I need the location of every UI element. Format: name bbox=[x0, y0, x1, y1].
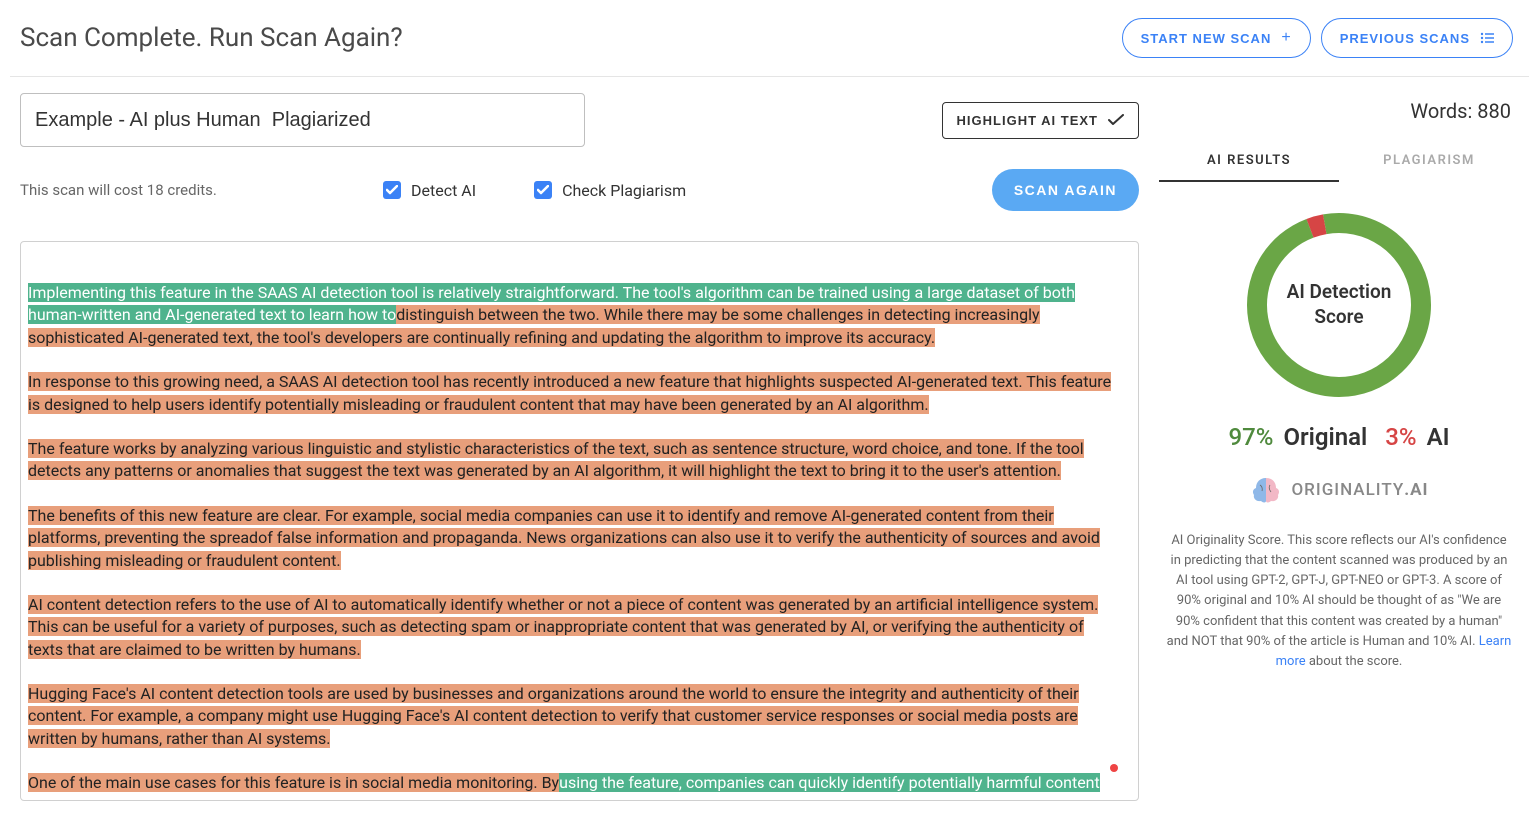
red-dot-indicator bbox=[1110, 764, 1118, 772]
previous-scans-button[interactable]: PREVIOUS SCANS bbox=[1321, 18, 1513, 58]
checkbox-box-icon bbox=[383, 181, 401, 199]
ai-percent: 3% bbox=[1385, 423, 1416, 451]
list-icon bbox=[1480, 32, 1494, 44]
left-column: HIGHLIGHT AI TEXT This scan will cost 18… bbox=[20, 93, 1139, 801]
previous-scans-label: PREVIOUS SCANS bbox=[1340, 31, 1470, 46]
donut-center-label: AI Detection Score bbox=[1239, 205, 1439, 405]
highlight-ai-text-button[interactable]: HIGHLIGHT AI TEXT bbox=[942, 102, 1139, 139]
plus-icon: + bbox=[1281, 30, 1291, 46]
score-summary-line: 97% Original 3% AI bbox=[1228, 423, 1449, 451]
check-plagiarism-checkbox[interactable]: Check Plagiarism bbox=[534, 181, 686, 200]
tab-ai-results[interactable]: AI RESULTS bbox=[1159, 141, 1339, 182]
header-actions: START NEW SCAN + PREVIOUS SCANS bbox=[1122, 18, 1513, 58]
highlight-ai-span: The feature works by analyzing various l… bbox=[28, 439, 1084, 480]
content-paragraph: Implementing this feature in the SAAS AI… bbox=[25, 282, 1112, 349]
check-icon bbox=[1108, 114, 1124, 126]
highlight-ai-span: Hugging Face's AI content detection tool… bbox=[28, 684, 1079, 748]
content-paragraph: One of the main use cases for this featu… bbox=[25, 772, 1112, 794]
checkbox-box-icon bbox=[534, 181, 552, 199]
highlight-ai-label: HIGHLIGHT AI TEXT bbox=[957, 113, 1098, 128]
score-explanation: AI Originality Score. This score reflect… bbox=[1159, 531, 1519, 672]
highlight-ai-span: In response to this growing need, a SAAS… bbox=[28, 372, 1111, 413]
tab-plagiarism[interactable]: PLAGIARISM bbox=[1339, 141, 1519, 182]
brand-row: ORIGINALITY.AI bbox=[1249, 475, 1428, 505]
start-new-scan-button[interactable]: START NEW SCAN + bbox=[1122, 18, 1311, 58]
brand-name: ORIGINALITY.AI bbox=[1291, 480, 1428, 500]
brain-icon bbox=[1249, 475, 1283, 505]
results-tabs: AI RESULTS PLAGIARISM bbox=[1159, 141, 1519, 183]
page-title: Scan Complete. Run Scan Again? bbox=[20, 23, 403, 53]
ai-detection-donut-chart: AI Detection Score bbox=[1239, 205, 1439, 405]
content-paragraph: The benefits of this new feature are cle… bbox=[25, 505, 1112, 572]
word-count: Words: 880 bbox=[1410, 99, 1511, 123]
highlight-ai-span: The benefits of this new feature are cle… bbox=[28, 506, 1100, 570]
detect-ai-checkbox[interactable]: Detect AI bbox=[383, 181, 476, 200]
content-paragraph: AI content detection refers to the use o… bbox=[25, 594, 1112, 661]
ai-label: AI bbox=[1427, 423, 1450, 451]
highlight-ai-span: AI content detection refers to the use o… bbox=[28, 595, 1098, 659]
original-percent: 97% bbox=[1228, 423, 1273, 451]
main-area: HIGHLIGHT AI TEXT This scan will cost 18… bbox=[10, 76, 1529, 817]
highlight-ai-span: One of the main use cases for this featu… bbox=[28, 773, 559, 792]
content-paragraph: Hugging Face's AI content detection tool… bbox=[25, 683, 1112, 750]
original-label: Original bbox=[1283, 423, 1367, 451]
credit-cost-text: This scan will cost 18 credits. bbox=[20, 181, 365, 199]
header-bar: Scan Complete. Run Scan Again? START NEW… bbox=[0, 0, 1539, 76]
content-paragraph: The feature works by analyzing various l… bbox=[25, 438, 1112, 483]
highlight-human-span: using the feature, companies can quickly… bbox=[559, 773, 1100, 792]
detect-ai-label: Detect AI bbox=[411, 181, 476, 200]
start-new-scan-label: START NEW SCAN bbox=[1141, 31, 1272, 46]
results-sidebar: Words: 880 AI RESULTS PLAGIARISM AI Dete… bbox=[1159, 93, 1519, 801]
controls-row-1: HIGHLIGHT AI TEXT bbox=[20, 93, 1139, 147]
controls-row-2: This scan will cost 18 credits. Detect A… bbox=[20, 169, 1139, 211]
scan-title-input[interactable] bbox=[20, 93, 585, 147]
check-plagiarism-label: Check Plagiarism bbox=[562, 181, 686, 200]
content-paragraph: In response to this growing need, a SAAS… bbox=[25, 371, 1112, 416]
scanned-content-box[interactable]: Implementing this feature in the SAAS AI… bbox=[20, 241, 1139, 801]
scan-again-button[interactable]: SCAN AGAIN bbox=[992, 169, 1139, 211]
